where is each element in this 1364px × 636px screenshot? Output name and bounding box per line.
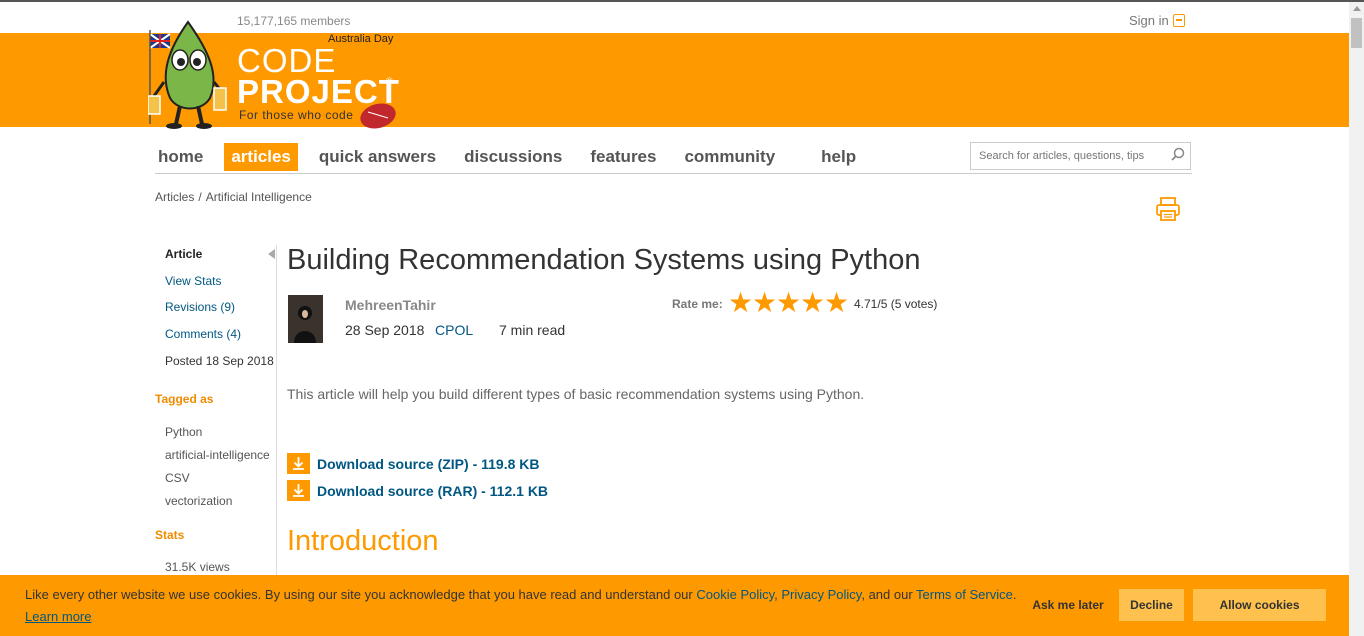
nav-features[interactable]: features [583, 143, 663, 171]
article-meta: 28 Sep 2018 CPOL 7 min read [345, 322, 565, 338]
breadcrumb-articles[interactable]: Articles [155, 190, 194, 204]
nav-articles[interactable]: articles [224, 143, 298, 171]
star-icon[interactable]: ★ [776, 289, 801, 317]
rate-me-label: Rate me: [672, 297, 723, 311]
download-zip-label: Download source (ZIP) - 119.8 KB [317, 455, 540, 472]
browser-top-border [0, 0, 1364, 2]
download-zip-link[interactable]: Download source (ZIP) - 119.8 KB [287, 453, 540, 474]
search-input[interactable] [970, 142, 1191, 170]
scroll-up-icon[interactable] [1353, 6, 1361, 11]
rating-stars[interactable]: ★ ★ ★ ★ ★ [728, 289, 849, 317]
tag-vectorization[interactable]: vectorization [165, 494, 232, 508]
tag-artificial-intelligence[interactable]: artificial-intelligence [165, 448, 270, 462]
star-icon[interactable]: ★ [752, 289, 777, 317]
search-icon[interactable] [1171, 147, 1185, 161]
nav-discussions[interactable]: discussions [457, 143, 569, 171]
download-rar-label: Download source (RAR) - 112.1 KB [317, 482, 549, 499]
star-icon[interactable]: ★ [800, 289, 825, 317]
tag-csv[interactable]: CSV [165, 471, 190, 485]
sign-in-link[interactable]: Sign in [1129, 13, 1185, 28]
cookie-consent-bar: Like every other website we use cookies.… [0, 575, 1349, 636]
sign-in-label: Sign in [1129, 13, 1169, 28]
sidebar-view-stats[interactable]: View Stats [165, 274, 221, 288]
sidebar-posted-date: Posted 18 Sep 2018 [165, 354, 274, 368]
author-avatar[interactable] [288, 295, 323, 343]
article-date: 28 Sep 2018 [345, 322, 425, 338]
breadcrumb-separator: / [198, 190, 202, 204]
license-link[interactable]: CPOL [435, 322, 499, 338]
section-heading-introduction: Introduction [287, 525, 439, 557]
star-icon[interactable]: ★ [824, 289, 849, 317]
author-name[interactable]: MehreenTahir [345, 297, 436, 313]
nav-help[interactable]: help [814, 143, 863, 171]
cookie-text-intro: Like every other website we use cookies.… [25, 587, 697, 602]
rating-value: 4.71/5 (5 votes) [854, 297, 938, 311]
sign-in-icon [1172, 14, 1185, 27]
nav-divider [155, 173, 1192, 174]
download-rar-link[interactable]: Download source (RAR) - 112.1 KB [287, 480, 548, 501]
decline-cookies-button[interactable]: Decline [1119, 589, 1184, 621]
privacy-policy-link[interactable]: Privacy Policy [781, 587, 861, 602]
main-nav: home articles quick answers discussions … [151, 142, 877, 172]
star-icon[interactable]: ★ [728, 289, 753, 317]
read-time: 7 min read [499, 322, 566, 338]
sidebar-revisions[interactable]: Revisions (9) [165, 300, 235, 314]
nav-community[interactable]: community [677, 143, 782, 171]
print-icon[interactable] [1155, 196, 1181, 222]
nav-home[interactable]: home [151, 143, 210, 171]
sidebar-views: 31.5K views [165, 560, 230, 574]
cookie-policy-link[interactable]: Cookie Policy [696, 587, 774, 602]
page-scrollbar[interactable] [1349, 2, 1364, 636]
logo-tagline: For those who code [239, 108, 354, 122]
ask-me-later-button[interactable]: Ask me later [1026, 589, 1110, 621]
scrollbar-thumb[interactable] [1351, 18, 1362, 48]
logo-project-text: PROJECT [237, 73, 400, 110]
article-title: Building Recommendation Systems using Py… [287, 244, 921, 276]
sidebar-divider [276, 245, 277, 585]
sidebar-article-tab[interactable]: Article [165, 247, 202, 261]
holiday-label: Australia Day [328, 33, 394, 45]
allow-cookies-button[interactable]: Allow cookies [1193, 589, 1326, 621]
tag-python[interactable]: Python [165, 425, 202, 439]
nav-quick-answers[interactable]: quick answers [312, 143, 443, 171]
cookie-text-sep2: , and our [861, 587, 917, 602]
sidebar-stats-heading: Stats [155, 528, 185, 542]
download-icon [287, 480, 310, 501]
collapse-sidebar-icon[interactable] [268, 249, 275, 259]
cookie-notice-text: Like every other website we use cookies.… [25, 587, 1016, 602]
terms-of-service-link[interactable]: Terms of Service [916, 587, 1013, 602]
breadcrumb-artificial-intelligence[interactable]: Artificial Intelligence [206, 190, 312, 204]
breadcrumb: Articles / Artificial Intelligence [155, 190, 312, 204]
article-summary: This article will help you build differe… [287, 386, 865, 402]
logo-registered-mark: ® [386, 76, 393, 86]
download-icon [287, 453, 310, 474]
sidebar-tagged-heading: Tagged as [155, 392, 214, 406]
sidebar-comments[interactable]: Comments (4) [165, 327, 241, 341]
cookie-text-end: . [1012, 587, 1017, 602]
learn-more-link[interactable]: Learn more [25, 609, 91, 624]
